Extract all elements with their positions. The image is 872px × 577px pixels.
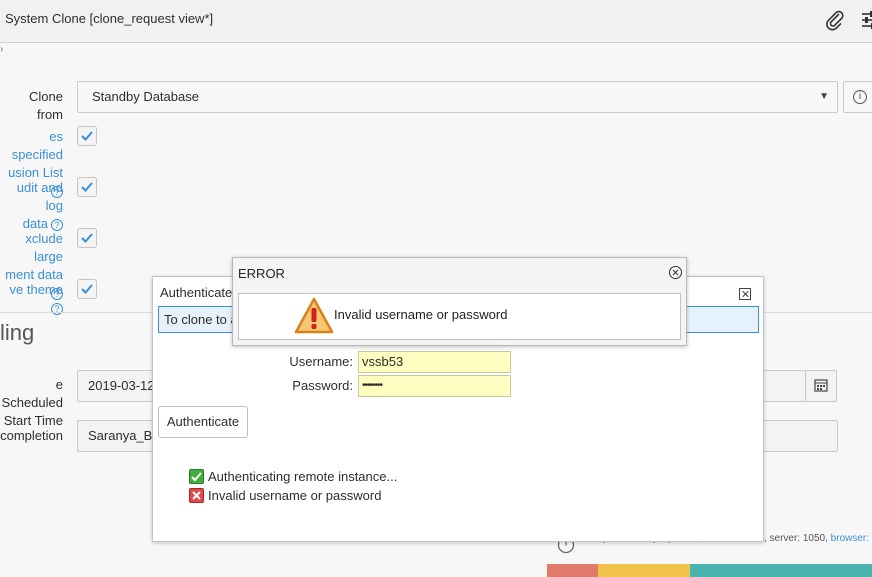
calendar-button[interactable] bbox=[805, 370, 837, 402]
clone-from-select[interactable]: Standby Database ▼ bbox=[77, 81, 838, 113]
scheduled-start-label: e Scheduled Start Time bbox=[1, 377, 63, 428]
close-icon[interactable] bbox=[669, 266, 682, 279]
close-icon[interactable] bbox=[739, 288, 751, 300]
timing-bar-yellow bbox=[598, 564, 690, 577]
info-icon: i bbox=[853, 90, 867, 104]
exclusion-list-checkbox[interactable] bbox=[77, 126, 97, 146]
timing-bar-red bbox=[547, 564, 598, 577]
audit-log-label: udit and log data? bbox=[16, 180, 63, 231]
error-x-icon bbox=[189, 488, 204, 503]
form-header: System Clone [clone_request view*] bbox=[0, 0, 872, 43]
authenticate-dialog-title: Authenticate bbox=[160, 285, 233, 300]
preserve-theme-checkbox[interactable] bbox=[77, 279, 97, 299]
completion-label: completion bbox=[0, 428, 63, 443]
error-dialog: ERROR Invalid username or password bbox=[232, 257, 687, 346]
error-dialog-title: ERROR bbox=[238, 266, 285, 281]
chevron-down-icon[interactable]: › bbox=[0, 44, 3, 55]
info-button[interactable]: i bbox=[843, 81, 872, 113]
check-icon bbox=[189, 469, 204, 484]
warning-icon bbox=[294, 297, 334, 335]
timing-bar-teal bbox=[690, 564, 872, 577]
error-message: Invalid username or password bbox=[334, 307, 508, 322]
chevron-down-icon: ▼ bbox=[819, 91, 829, 102]
status-ok-row: Authenticating remote instance... bbox=[189, 469, 397, 485]
username-input[interactable]: vssb53 bbox=[358, 351, 511, 373]
status-error-row: Invalid username or password bbox=[189, 488, 381, 504]
username-label: Username: bbox=[289, 354, 353, 369]
calendar-icon bbox=[814, 379, 828, 392]
paperclip-icon[interactable] bbox=[824, 9, 846, 31]
page-title: System Clone [clone_request view*] bbox=[5, 11, 214, 26]
exclude-attachments-checkbox[interactable] bbox=[77, 228, 97, 248]
password-input[interactable]: •••••••• bbox=[358, 375, 511, 397]
section-title: ling bbox=[0, 320, 35, 345]
clone-from-value: Standby Database bbox=[92, 89, 199, 104]
help-icon[interactable]: ? bbox=[51, 218, 63, 231]
password-label: Password: bbox=[292, 378, 353, 393]
sliders-icon[interactable] bbox=[860, 9, 872, 31]
authenticate-button[interactable]: Authenticate bbox=[158, 406, 248, 438]
clone-from-label: Clone from bbox=[29, 89, 63, 122]
audit-log-checkbox[interactable] bbox=[77, 177, 97, 197]
error-dialog-body: Invalid username or password bbox=[238, 293, 681, 340]
browser-timing-link[interactable]: browser: 2 bbox=[831, 533, 872, 544]
